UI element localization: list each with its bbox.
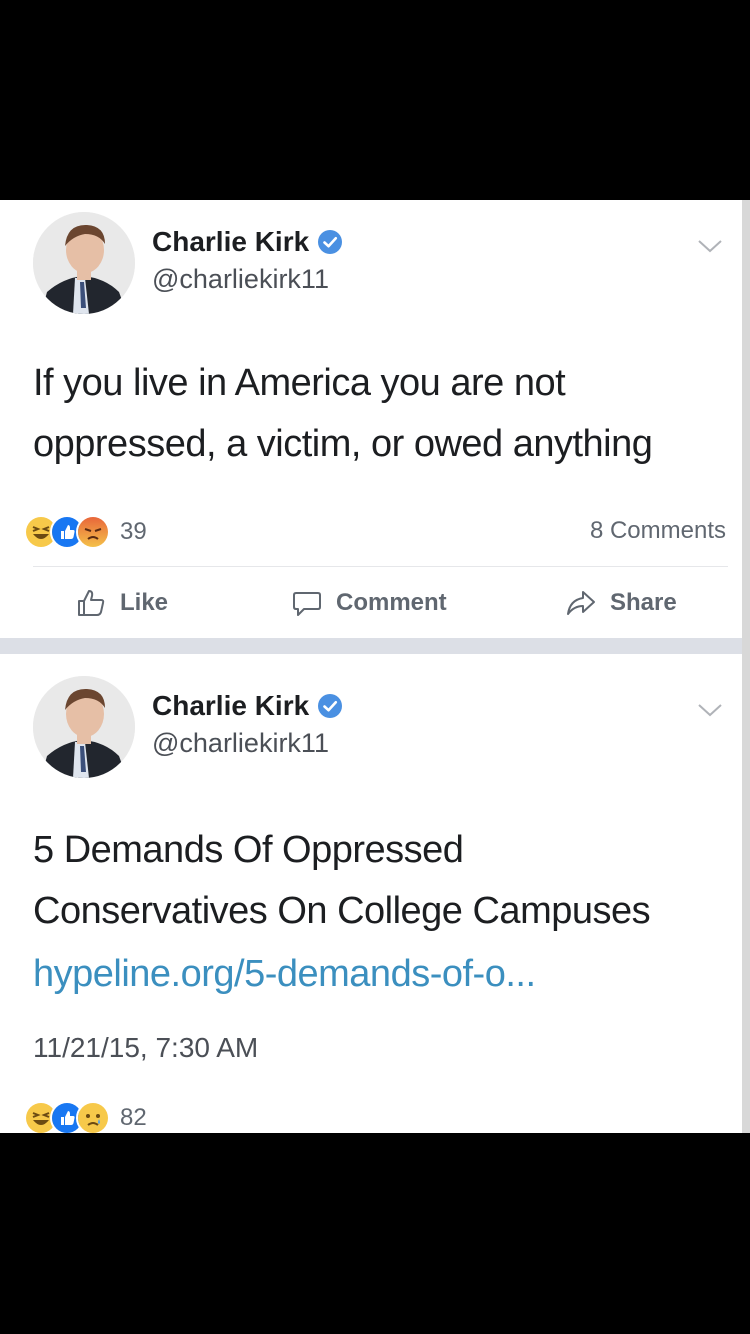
screenshot-area: Charlie Kirk @charliekirk11 If you live … [0, 200, 742, 1133]
author-name[interactable]: Charlie Kirk [152, 226, 309, 258]
reactions-summary[interactable]: 82 [24, 1101, 147, 1133]
thumbs-up-icon [78, 590, 105, 616]
like-button[interactable]: Like [76, 588, 168, 618]
author-name-row: Charlie Kirk [152, 226, 343, 258]
post-text-line: Conservatives On College Campuses [33, 890, 651, 932]
reaction-count: 39 [120, 518, 147, 545]
post-text-line: If you live in America you are not [33, 362, 566, 404]
reactions-summary[interactable]: 39 [24, 515, 147, 549]
author-handle[interactable]: @charliekirk11 [152, 264, 329, 295]
post-text-line: oppressed, a victim, or owed anything [33, 423, 653, 465]
post-card-1: Charlie Kirk @charliekirk11 If you live … [0, 200, 742, 638]
verified-badge-icon [317, 693, 343, 719]
share-arrow-icon [567, 591, 595, 615]
like-label: Like [120, 589, 169, 616]
post-timestamp[interactable]: 11/21/15, 7:30 AM [33, 1032, 258, 1064]
post-separator [0, 638, 742, 654]
chevron-down-icon[interactable] [697, 238, 723, 254]
comment-label: Comment [336, 589, 447, 616]
post-link[interactable]: hypeline.org/5-demands-of-o... [33, 953, 536, 996]
share-label: Share [610, 589, 677, 616]
author-name[interactable]: Charlie Kirk [152, 690, 309, 722]
post-actions-bar: Like Comment Share [0, 574, 742, 634]
post-text-line: 5 Demands Of Oppressed [33, 829, 464, 871]
post-text: If you live in America you are not oppre… [33, 353, 723, 475]
divider [33, 566, 728, 567]
comment-button[interactable]: Comment [292, 588, 447, 618]
speech-bubble-icon [293, 592, 321, 616]
angry-icon [76, 515, 110, 549]
author-handle[interactable]: @charliekirk11 [152, 728, 329, 759]
verified-badge-icon [317, 229, 343, 255]
post-card-2: Charlie Kirk @charliekirk11 5 Demands Of… [0, 654, 742, 1133]
chevron-down-icon[interactable] [697, 702, 723, 718]
comments-count-link[interactable]: 8 Comments [590, 517, 726, 545]
share-button[interactable]: Share [566, 588, 677, 618]
screen-edge [742, 200, 750, 1133]
post-text: 5 Demands Of Oppressed Conservatives On … [33, 820, 723, 942]
author-avatar[interactable] [33, 212, 135, 314]
sad-icon [76, 1101, 110, 1133]
reaction-count: 82 [120, 1104, 147, 1131]
author-name-row: Charlie Kirk [152, 690, 343, 722]
author-avatar[interactable] [33, 676, 135, 778]
